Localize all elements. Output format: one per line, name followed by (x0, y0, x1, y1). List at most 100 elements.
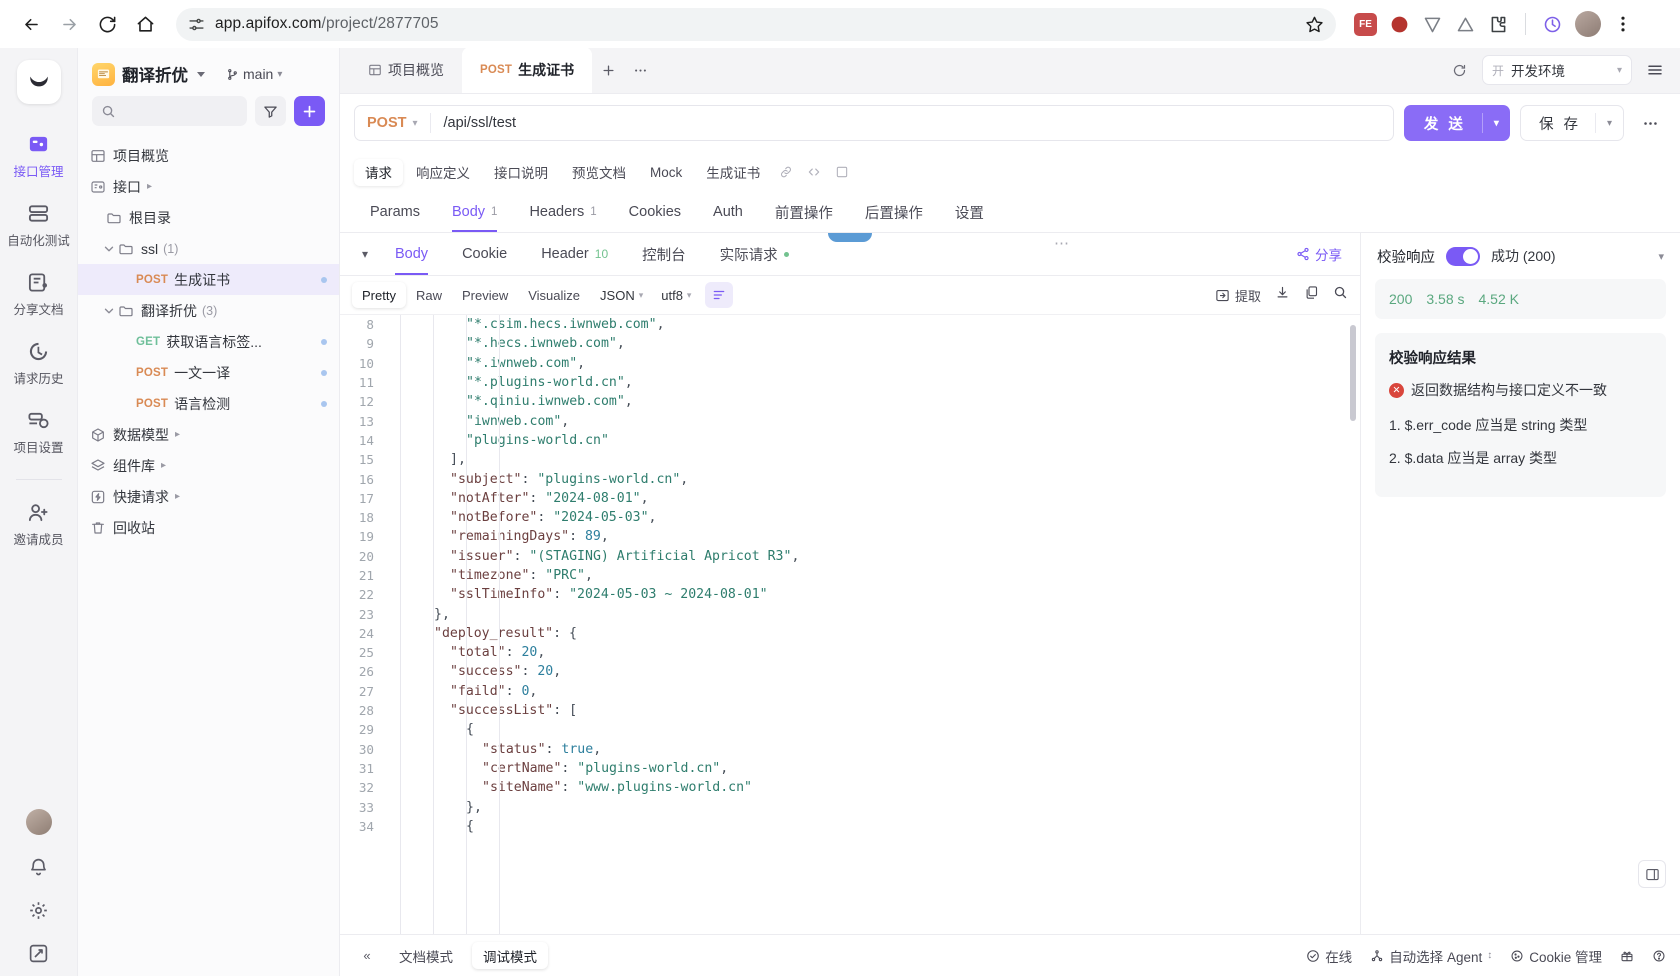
sync-icon[interactable] (1542, 14, 1563, 35)
extension-triangle-icon[interactable] (1455, 14, 1476, 35)
send-button[interactable]: 发 送 ▾ (1403, 105, 1510, 141)
format-mode-button[interactable]: Preview (452, 282, 518, 308)
extension-shield-icon[interactable] (1422, 14, 1443, 35)
word-wrap-icon[interactable] (705, 282, 734, 308)
format-mode-button[interactable]: Visualize (518, 282, 590, 308)
tree-folder-item[interactable]: ssl (1) (78, 233, 339, 264)
request-subtab[interactable]: Cookies (613, 192, 697, 232)
request-subtab[interactable]: Headers 1 (513, 192, 612, 232)
home-button[interactable] (128, 7, 162, 41)
feedback-icon[interactable] (28, 943, 49, 964)
sidebar-item-automated-test[interactable]: 自动化测试 (5, 193, 73, 256)
response-tab[interactable]: 控制台 (625, 233, 703, 275)
expand-arrow-icon[interactable]: ▸ (175, 429, 180, 440)
collapse-sidebar-button[interactable]: « (354, 943, 380, 969)
extension-fe-icon[interactable]: FE (1354, 12, 1377, 36)
tree-folder-item[interactable]: 根目录 (78, 202, 339, 233)
expand-arrow-icon[interactable]: ▸ (175, 491, 180, 502)
chevron-down-icon[interactable]: ▾ (1658, 250, 1664, 263)
mode-debug-button[interactable]: 调试模式 (472, 942, 548, 969)
response-tab[interactable]: Header 10 (524, 233, 625, 275)
doc-tab[interactable]: Mock (639, 159, 693, 186)
search-icon[interactable] (1333, 285, 1348, 305)
method-selector[interactable]: POST ▾ (355, 115, 430, 131)
request-subtab[interactable]: 前置操作 (759, 192, 849, 232)
sidebar-item-share-doc[interactable]: 分享文档 (5, 262, 73, 325)
collapse-response-button[interactable]: ▾ (352, 234, 378, 274)
language-selector[interactable]: JSON ▾ (592, 282, 651, 308)
gift-icon[interactable] (1620, 949, 1634, 963)
branch-selector[interactable]: main ▾ (226, 66, 282, 82)
tree-api-item[interactable]: POST 生成证书 (78, 264, 339, 295)
request-subtab[interactable]: 后置操作 (849, 192, 939, 232)
filter-button[interactable] (255, 96, 286, 126)
panel-toggle-icon[interactable] (1638, 860, 1666, 888)
kebab-menu-icon[interactable] (1613, 14, 1633, 34)
address-bar[interactable]: app.apifox.com/project/2877705 (176, 7, 1336, 41)
star-icon[interactable] (1305, 15, 1324, 34)
profile-avatar[interactable] (1575, 11, 1601, 37)
online-status[interactable]: 在线 (1306, 946, 1352, 966)
notification-bell-icon[interactable] (28, 857, 49, 878)
download-icon[interactable] (1275, 285, 1290, 305)
refresh-button[interactable] (1446, 57, 1472, 83)
tree-folder-item[interactable]: 快捷请求 ▸ (78, 481, 339, 512)
panel-icon[interactable] (829, 159, 855, 186)
list-menu-icon[interactable] (1642, 57, 1668, 83)
chevron-down-icon[interactable] (197, 71, 205, 77)
request-subtab[interactable]: Auth (697, 192, 759, 232)
format-mode-button[interactable]: Pretty (352, 282, 406, 308)
share-button[interactable]: 分享 (1296, 244, 1348, 264)
apifox-logo[interactable] (16, 60, 61, 104)
project-name[interactable]: 翻译折优 (122, 62, 188, 86)
tree-api-item[interactable]: GET 获取语言标签... (78, 326, 339, 357)
format-mode-button[interactable]: Raw (406, 282, 452, 308)
request-subtab[interactable]: Body 1 (436, 192, 513, 232)
tab-project-overview[interactable]: 项目概览 (350, 47, 462, 93)
reload-button[interactable] (90, 7, 124, 41)
search-input[interactable] (92, 96, 247, 126)
cookie-manager-button[interactable]: Cookie 管理 (1510, 946, 1602, 966)
sidebar-item-history[interactable]: 请求历史 (5, 331, 73, 394)
response-tab[interactable]: Body (378, 233, 445, 275)
forward-button[interactable] (52, 7, 86, 41)
expand-arrow-icon[interactable]: ▸ (147, 181, 152, 192)
save-button[interactable]: 保 存 ▾ (1519, 105, 1624, 141)
tab-generate-cert[interactable]: POST 生成证书 (462, 47, 593, 93)
request-more-button[interactable] (1634, 105, 1666, 141)
response-tab[interactable]: Cookie (445, 233, 524, 275)
expand-chevron-icon[interactable] (102, 242, 116, 256)
validation-toggle[interactable] (1446, 246, 1480, 266)
doc-tab[interactable]: 请求 (354, 158, 403, 186)
request-subtab[interactable]: Params (354, 192, 436, 232)
sidebar-item-invite-member[interactable]: 邀请成员 (5, 492, 73, 555)
site-settings-icon[interactable] (188, 16, 205, 33)
tree-folder-item[interactable]: 回收站 (78, 512, 339, 543)
agent-selector[interactable]: 自动选择 Agent ↕ (1370, 946, 1492, 966)
tree-api-item[interactable]: POST 一文一译 (78, 357, 339, 388)
sidebar-item-project-settings[interactable]: 项目设置 (5, 400, 73, 463)
expand-chevron-icon[interactable] (102, 304, 116, 318)
tree-folder-item[interactable]: 数据模型 ▸ (78, 419, 339, 450)
new-tab-button[interactable] (592, 47, 624, 93)
user-avatar[interactable] (25, 809, 52, 835)
panel-drag-handle[interactable] (828, 233, 872, 242)
tree-folder-item[interactable]: 接口 ▸ (78, 171, 339, 202)
response-tab[interactable]: 实际请求 (703, 233, 806, 275)
extract-button[interactable]: 提取 (1215, 286, 1261, 305)
doc-tab[interactable]: 预览文档 (561, 159, 637, 186)
add-button[interactable] (294, 96, 325, 126)
doc-tab[interactable]: 响应定义 (405, 159, 481, 186)
code-vertical-scrollbar[interactable] (1350, 325, 1356, 421)
expand-arrow-icon[interactable]: ▸ (161, 460, 166, 471)
environment-selector[interactable]: 开 开发环境 ▾ (1482, 55, 1632, 85)
code-icon[interactable] (801, 159, 827, 186)
help-icon[interactable] (1652, 949, 1666, 963)
tree-folder-item[interactable]: 项目概览 (78, 140, 339, 171)
url-input[interactable]: /api/ssl/test (431, 115, 1393, 131)
copy-icon[interactable] (1304, 285, 1319, 305)
sidebar-item-api-management[interactable]: 接口管理 (5, 124, 73, 187)
extensions-puzzle-icon[interactable] (1488, 14, 1509, 35)
back-button[interactable] (14, 7, 48, 41)
doc-tab[interactable]: 接口说明 (483, 159, 559, 186)
